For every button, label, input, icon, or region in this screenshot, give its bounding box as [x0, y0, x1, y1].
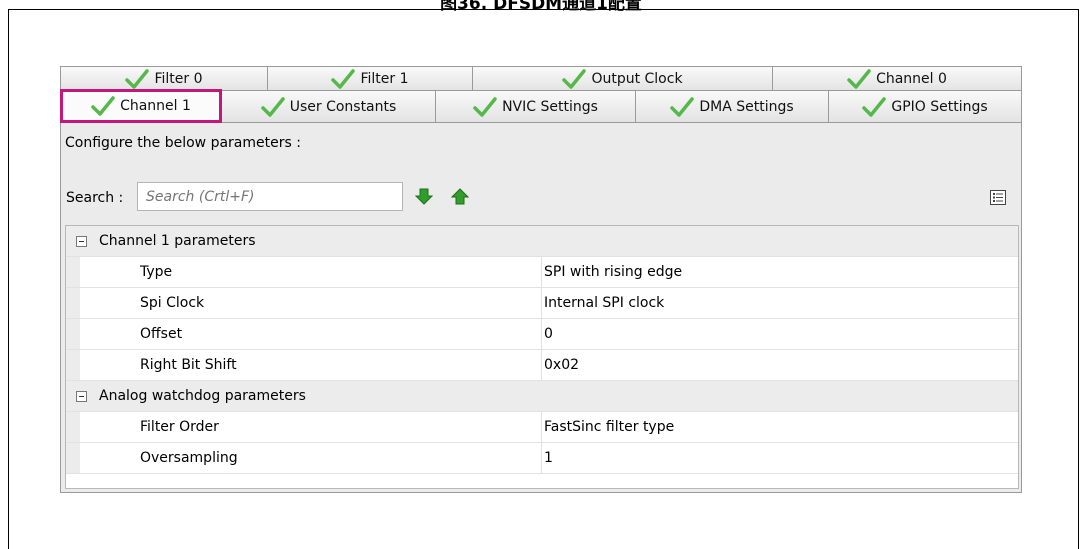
param-name: Spi Clock — [140, 295, 205, 311]
param-value[interactable]: 0x02 — [544, 357, 579, 373]
group-title: Analog watchdog parameters — [99, 388, 306, 404]
checkmark-icon — [847, 69, 871, 89]
checkmark-icon — [91, 96, 115, 116]
tab-output-clock[interactable]: Output Clock — [472, 66, 773, 91]
tab-gpio-settings[interactable]: GPIO Settings — [828, 90, 1022, 122]
table-row[interactable]: Oversampling 1 — [66, 443, 1018, 474]
table-row[interactable]: Spi Clock Internal SPI clock — [66, 288, 1018, 319]
tab-label: NVIC Settings — [502, 98, 598, 115]
table-row[interactable]: Filter Order FastSinc filter type — [66, 412, 1018, 443]
checkmark-icon — [862, 96, 887, 117]
arrow-up-icon[interactable] — [451, 188, 469, 205]
tab-label: Channel 1 — [120, 98, 191, 114]
tab-label: Filter 0 — [154, 71, 203, 87]
search-label: Search : — [66, 190, 124, 206]
tab-dma-settings[interactable]: DMA Settings — [635, 90, 829, 122]
property-grid: Channel 1 parameters Type SPI with risin… — [65, 225, 1019, 489]
tab-filter-1[interactable]: Filter 1 — [267, 66, 473, 91]
param-name: Offset — [140, 326, 183, 342]
checkmark-icon — [331, 69, 356, 89]
tab-row-2: Channel 1 User Constants NVIC Settings D… — [60, 89, 1022, 123]
param-name: Right Bit Shift — [140, 357, 237, 373]
group-header-analog-watchdog[interactable]: Analog watchdog parameters — [66, 381, 1018, 412]
tab-label: GPIO Settings — [891, 98, 988, 115]
tab-label: DMA Settings — [699, 98, 794, 115]
param-name: Oversampling — [140, 450, 238, 466]
param-name: Filter Order — [140, 419, 219, 435]
table-row[interactable]: Right Bit Shift 0x02 — [66, 350, 1018, 381]
param-value[interactable]: FastSinc filter type — [544, 419, 674, 435]
collapse-toggle-icon[interactable] — [76, 235, 87, 247]
group-title: Channel 1 parameters — [99, 233, 256, 249]
param-value[interactable]: 1 — [544, 450, 553, 466]
checkmark-icon — [562, 69, 587, 89]
search-input[interactable] — [137, 182, 403, 211]
tab-user-constants[interactable]: User Constants — [221, 90, 436, 122]
tab-label: Output Clock — [591, 71, 683, 87]
list-view-icon[interactable] — [990, 190, 1006, 205]
param-name: Type — [140, 264, 173, 280]
tab-label: Filter 1 — [360, 71, 409, 87]
collapse-toggle-icon[interactable] — [76, 390, 87, 402]
param-value[interactable]: 0 — [544, 326, 553, 342]
configure-instruction: Configure the below parameters : — [65, 135, 301, 151]
tab-label: User Constants — [289, 98, 397, 115]
checkmark-icon — [670, 96, 695, 117]
tab-channel-0[interactable]: Channel 0 — [772, 66, 1022, 91]
checkmark-icon — [473, 96, 497, 117]
group-header-channel-1[interactable]: Channel 1 parameters — [66, 226, 1018, 257]
param-value[interactable]: Internal SPI clock — [544, 295, 664, 311]
tab-label: Channel 0 — [876, 71, 947, 87]
checkmark-icon — [125, 69, 150, 89]
tab-filter-0[interactable]: Filter 0 — [60, 66, 268, 91]
table-row[interactable]: Type SPI with rising edge — [66, 257, 1018, 288]
param-value[interactable]: SPI with rising edge — [544, 264, 682, 280]
grid-empty-area — [66, 474, 1018, 488]
checkmark-icon — [260, 96, 285, 117]
arrow-down-icon[interactable] — [415, 188, 433, 205]
tab-row-1: Filter 0 Filter 1 Output Clock Channel 0 — [60, 66, 1022, 91]
table-row[interactable]: Offset 0 — [66, 319, 1018, 350]
tab-nvic-settings[interactable]: NVIC Settings — [435, 90, 636, 122]
tab-channel-1[interactable]: Channel 1 — [60, 89, 222, 123]
